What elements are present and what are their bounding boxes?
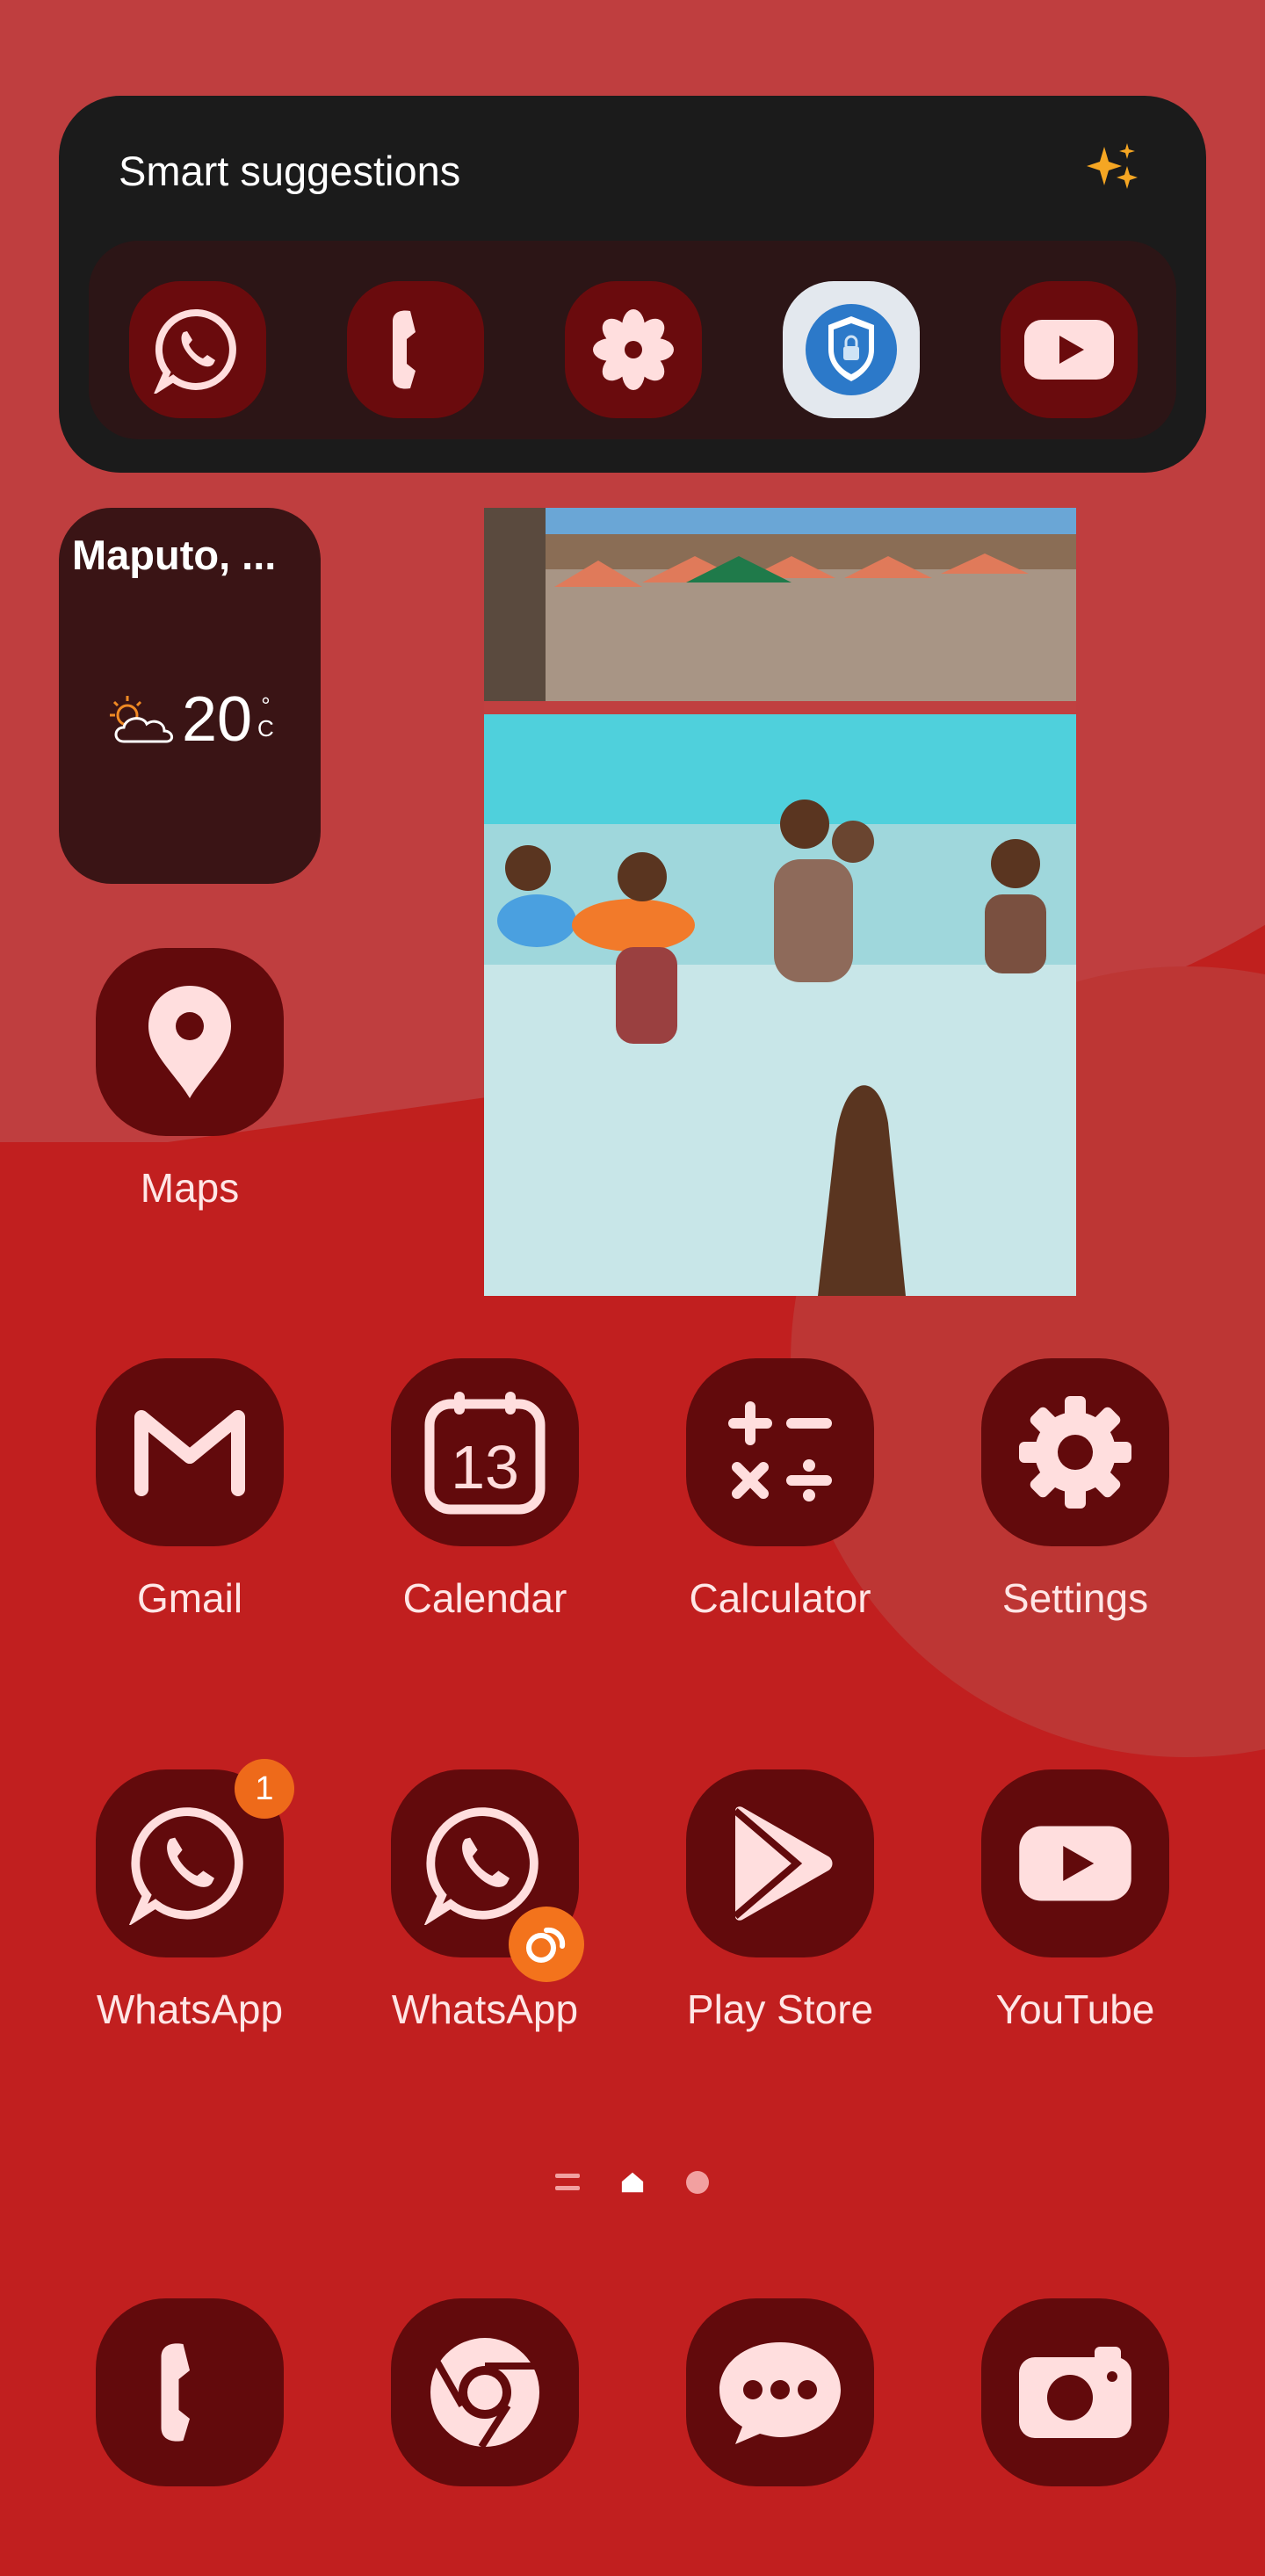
camera-icon[interactable] [981,2298,1169,2486]
play-store-label: Play Store [686,1986,874,2032]
youtube-label: YouTube [995,1986,1155,2032]
weather-unit: ° C [257,694,274,740]
app-whatsapp[interactable]: 1 WhatsApp [89,1759,294,2033]
smart-suggestions-widget: Smart suggestions [59,96,1206,473]
whatsapp-clone-label: WhatsApp [391,1986,579,2032]
phone-icon[interactable] [96,2298,284,2486]
settings-gear-icon[interactable] [981,1358,1169,1546]
partly-cloudy-icon [110,696,173,743]
dock-chrome[interactable] [384,2298,586,2486]
calculator-label: Calculator [689,1575,871,1621]
dock-camera[interactable] [974,2298,1176,2486]
weather-city: Maputo, ... [72,532,277,578]
whatsapp-clone-icon[interactable] [391,1769,584,1982]
calendar-day: 13 [451,1433,519,1501]
gmail-label: Gmail [136,1575,243,1621]
weather-widget[interactable]: Maputo, ... 20 ° C [59,508,321,884]
notification-badge: 1 [235,1759,294,1819]
weather-unit-degree: ° [261,692,271,719]
whatsapp-icon[interactable]: 1 [96,1759,294,1957]
menu-page-icon[interactable] [555,2170,580,2195]
whatsapp-icon[interactable] [129,281,266,418]
calculator-icon[interactable] [686,1358,874,1546]
app-maps[interactable]: Maps [89,948,291,1212]
dual-messenger-icon [509,1907,584,1982]
page-indicator[interactable] [0,2170,1265,2195]
maps-label: Maps [140,1165,240,1211]
chrome-icon[interactable] [391,2298,579,2486]
whatsapp-label: WhatsApp [96,1986,284,2032]
app-calendar[interactable]: 13 Calendar [384,1358,586,1622]
calendar-icon[interactable]: 13 [391,1358,579,1546]
sparkle-icon[interactable] [1083,140,1145,201]
weather-unit-celsius: C [257,715,274,742]
pool-photo [484,508,1076,1296]
photo-widget[interactable] [484,508,1076,1296]
flower-app-icon[interactable] [565,281,702,418]
youtube-icon[interactable] [981,1769,1169,1957]
calendar-label: Calendar [402,1575,567,1621]
app-settings[interactable]: Settings [974,1358,1176,1622]
play-store-icon[interactable] [686,1769,874,1957]
app-youtube[interactable]: YouTube [974,1769,1176,2033]
app-gmail[interactable]: Gmail [89,1358,291,1622]
app-calculator[interactable]: Calculator [679,1358,881,1622]
home-page-icon[interactable] [620,2170,645,2195]
dock-messages[interactable] [679,2298,881,2486]
dock-phone[interactable] [89,2298,291,2486]
gmail-icon[interactable] [96,1358,284,1546]
youtube-icon[interactable] [1001,281,1138,418]
suggestions-tray [89,241,1176,439]
phone-icon[interactable] [347,281,484,418]
messages-icon[interactable] [686,2298,874,2486]
app-whatsapp-clone[interactable]: WhatsApp [384,1769,586,2033]
weather-temperature: 20 [182,684,253,755]
app-play-store[interactable]: Play Store [679,1769,881,2033]
maps-icon[interactable] [96,948,284,1136]
smart-suggestions-title: Smart suggestions [119,148,461,194]
secure-folder-icon[interactable] [783,281,920,418]
page-dot[interactable] [685,2170,710,2195]
settings-label: Settings [1001,1575,1149,1621]
